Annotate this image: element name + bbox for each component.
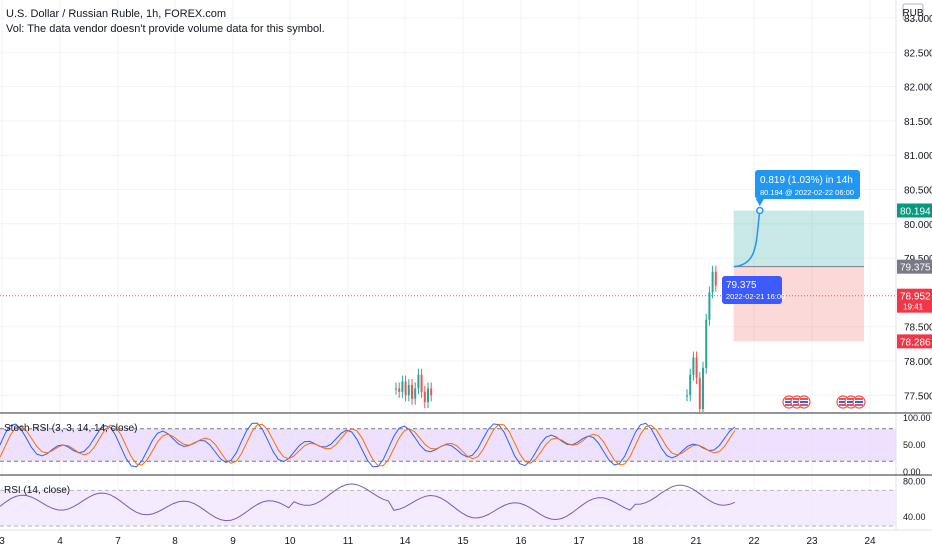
event-flag-stripe — [855, 398, 863, 400]
stoch-rsi-title: Stoch RSI (3, 3, 14, 14, close) — [4, 423, 137, 434]
price-tick-label: 82.000 — [904, 83, 932, 94]
candle-body — [417, 374, 420, 389]
price-axis[interactable]: 83.000 82.500 82.000 81.500 81.000 80.500 80.0… — [897, 14, 932, 402]
candle-body — [689, 374, 692, 396]
candle-body — [401, 381, 404, 392]
event-flag-stripe — [800, 401, 808, 403]
candle-body — [407, 385, 410, 396]
event-flag-stripe — [800, 404, 808, 406]
stoch-tick-label: 50.00 — [903, 440, 926, 450]
price-tick-label: 78.000 — [904, 357, 932, 368]
time-tick-label: 23 — [806, 536, 818, 547]
candle-body — [430, 388, 433, 396]
candle-body — [420, 374, 423, 392]
projection-sub-text: 80.194 @ 2022-02-22 06:00 — [760, 188, 854, 197]
candle-body — [404, 381, 407, 396]
price-tick-label: 81.500 — [904, 117, 932, 128]
rsi-tick-label: 80.00 — [903, 476, 926, 486]
candle-body — [702, 367, 704, 410]
time-tick-label: 11 — [343, 536, 354, 547]
time-tick-label: 18 — [632, 536, 644, 547]
price-tick-label: 82.500 — [904, 48, 932, 59]
price-tick-label: 80.500 — [904, 186, 932, 197]
candle-body — [692, 357, 695, 375]
rsi-title: RSI (14, close) — [4, 485, 70, 496]
candle-body — [398, 388, 401, 392]
price-tick-label: 81.000 — [904, 151, 932, 162]
price-label-value: 78.286 — [900, 337, 931, 348]
time-tick-label: 17 — [573, 536, 585, 547]
profit-zone — [733, 210, 864, 267]
start-time-text: 2022-02-21 16:00 — [726, 292, 785, 301]
symbol-title: U.S. Dollar / Russian Ruble, 1h, FOREX.c… — [6, 8, 226, 20]
candle-body — [708, 292, 711, 320]
candle-body — [698, 378, 701, 410]
time-tick-label: 24 — [864, 536, 876, 547]
time-tick-label: 4 — [57, 536, 63, 547]
projection-target-point — [756, 206, 764, 215]
time-tick-label: 7 — [115, 536, 121, 547]
time-tick-label: 15 — [457, 536, 469, 547]
event-flag-stripe — [855, 401, 863, 403]
price-label-countdown: 19:41 — [903, 303, 924, 312]
volume-note: Vol: The data vendor doesn't provide vol… — [6, 23, 325, 35]
time-tick-label: 8 — [172, 536, 178, 547]
time-tick-label: 10 — [284, 536, 296, 547]
candle-body — [395, 388, 397, 390]
candle-body — [695, 357, 698, 379]
price-tick-label: 83.000 — [904, 14, 932, 25]
main-pane[interactable] — [0, 0, 896, 413]
time-tick-label: 3 — [0, 536, 5, 547]
time-tick-label: 14 — [399, 536, 411, 547]
candle-body — [414, 388, 417, 399]
price-label-value: 80.194 — [900, 206, 931, 217]
rsi-tick-label: 40.00 — [903, 512, 926, 522]
event-flag-stripe — [855, 404, 863, 406]
price-tick-label: 80.000 — [904, 220, 932, 231]
start-price-text: 79.375 — [726, 280, 757, 291]
chart-stage: 0.819 (1.03%) in 14h 80.194 @ 2022-02-22 … — [0, 0, 932, 547]
time-tick-label: 9 — [230, 536, 236, 547]
time-axis[interactable]: 3 4 7 8 9 10 11 14 15 16 17 18 21 22 23 24 — [0, 536, 876, 547]
time-tick-label: 21 — [690, 536, 702, 547]
rsi-band — [0, 490, 896, 526]
candle-body — [423, 391, 426, 403]
candle-body — [411, 385, 413, 399]
candle-body — [427, 388, 429, 403]
candle-body — [686, 395, 688, 397]
candle-body — [705, 319, 708, 368]
price-tick-label: 78.500 — [904, 323, 932, 334]
time-tick-label: 16 — [515, 536, 527, 547]
price-tick-label: 77.500 — [904, 391, 932, 402]
stoch-rsi-pane[interactable]: 100.0050.000.00 — [0, 413, 931, 477]
position-zones — [733, 210, 864, 342]
stoch-tick-label: 100.00 — [903, 413, 931, 423]
projection-main-text: 0.819 (1.03%) in 14h — [760, 175, 853, 186]
candle-body — [711, 271, 714, 293]
candle-body — [714, 271, 717, 286]
time-tick-label: 22 — [748, 536, 760, 547]
price-label-value: 79.375 — [900, 263, 931, 274]
price-label-value: 78.952 — [900, 292, 931, 303]
event-flag-stripe — [800, 398, 808, 400]
